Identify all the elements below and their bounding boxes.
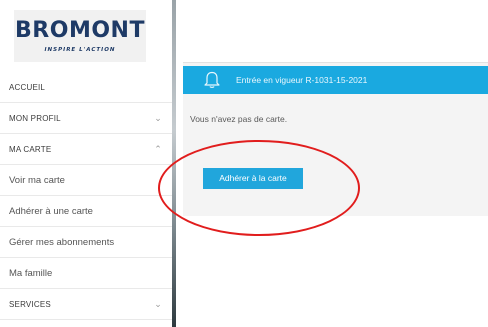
sidebar-item-ma-carte[interactable]: MA CARTE ⌃ [0,134,172,165]
page: BROMONT INSPIRE L'ACTION ACCUEIL MON PRO… [0,0,488,327]
bell-icon [204,71,220,88]
annotation-circle [158,140,360,236]
sidebar: BROMONT INSPIRE L'ACTION ACCUEIL MON PRO… [0,0,172,327]
logo-tagline: INSPIRE L'ACTION [44,47,116,53]
sidebar-item-adherer-carte[interactable]: Adhérer à une carte [0,196,172,227]
sidebar-item-label: MON PROFIL [9,113,61,123]
sidebar-item-label: SERVICES [9,299,51,309]
sidebar-item-label: Ma famille [9,267,53,279]
sidebar-item-label: Gérer mes abonnements [9,236,115,248]
sidebar-nav: ACCUEIL MON PROFIL ⌄ MA CARTE ⌃ Voir ma … [0,72,172,320]
sidebar-item-mon-profil[interactable]: MON PROFIL ⌄ [0,103,172,134]
sidebar-item-label: Voir ma carte [9,174,65,186]
sidebar-item-voir-ma-carte[interactable]: Voir ma carte [0,165,172,196]
logo-wordmark: BROMONT [15,18,145,43]
top-header [176,0,488,50]
sidebar-item-label: MA CARTE [9,144,52,154]
no-card-message: Vous n'avez pas de carte. [190,114,288,124]
notice-text: Entrée en vigueur R-1031-15-2021 [236,75,368,85]
sidebar-item-services[interactable]: SERVICES ⌄ [0,289,172,320]
chevron-up-icon: ⌃ [154,144,162,154]
chevron-down-icon: ⌄ [154,299,162,309]
chevron-down-icon: ⌄ [154,113,162,123]
sidebar-item-accueil[interactable]: ACCUEIL [0,72,172,103]
sidebar-item-gerer-abonnements[interactable]: Gérer mes abonnements [0,227,172,258]
sidebar-item-ma-famille[interactable]: Ma famille [0,258,172,289]
sidebar-item-label: Adhérer à une carte [9,205,93,217]
sidebar-item-label: ACCUEIL [9,82,46,92]
logo[interactable]: BROMONT INSPIRE L'ACTION [14,10,146,62]
